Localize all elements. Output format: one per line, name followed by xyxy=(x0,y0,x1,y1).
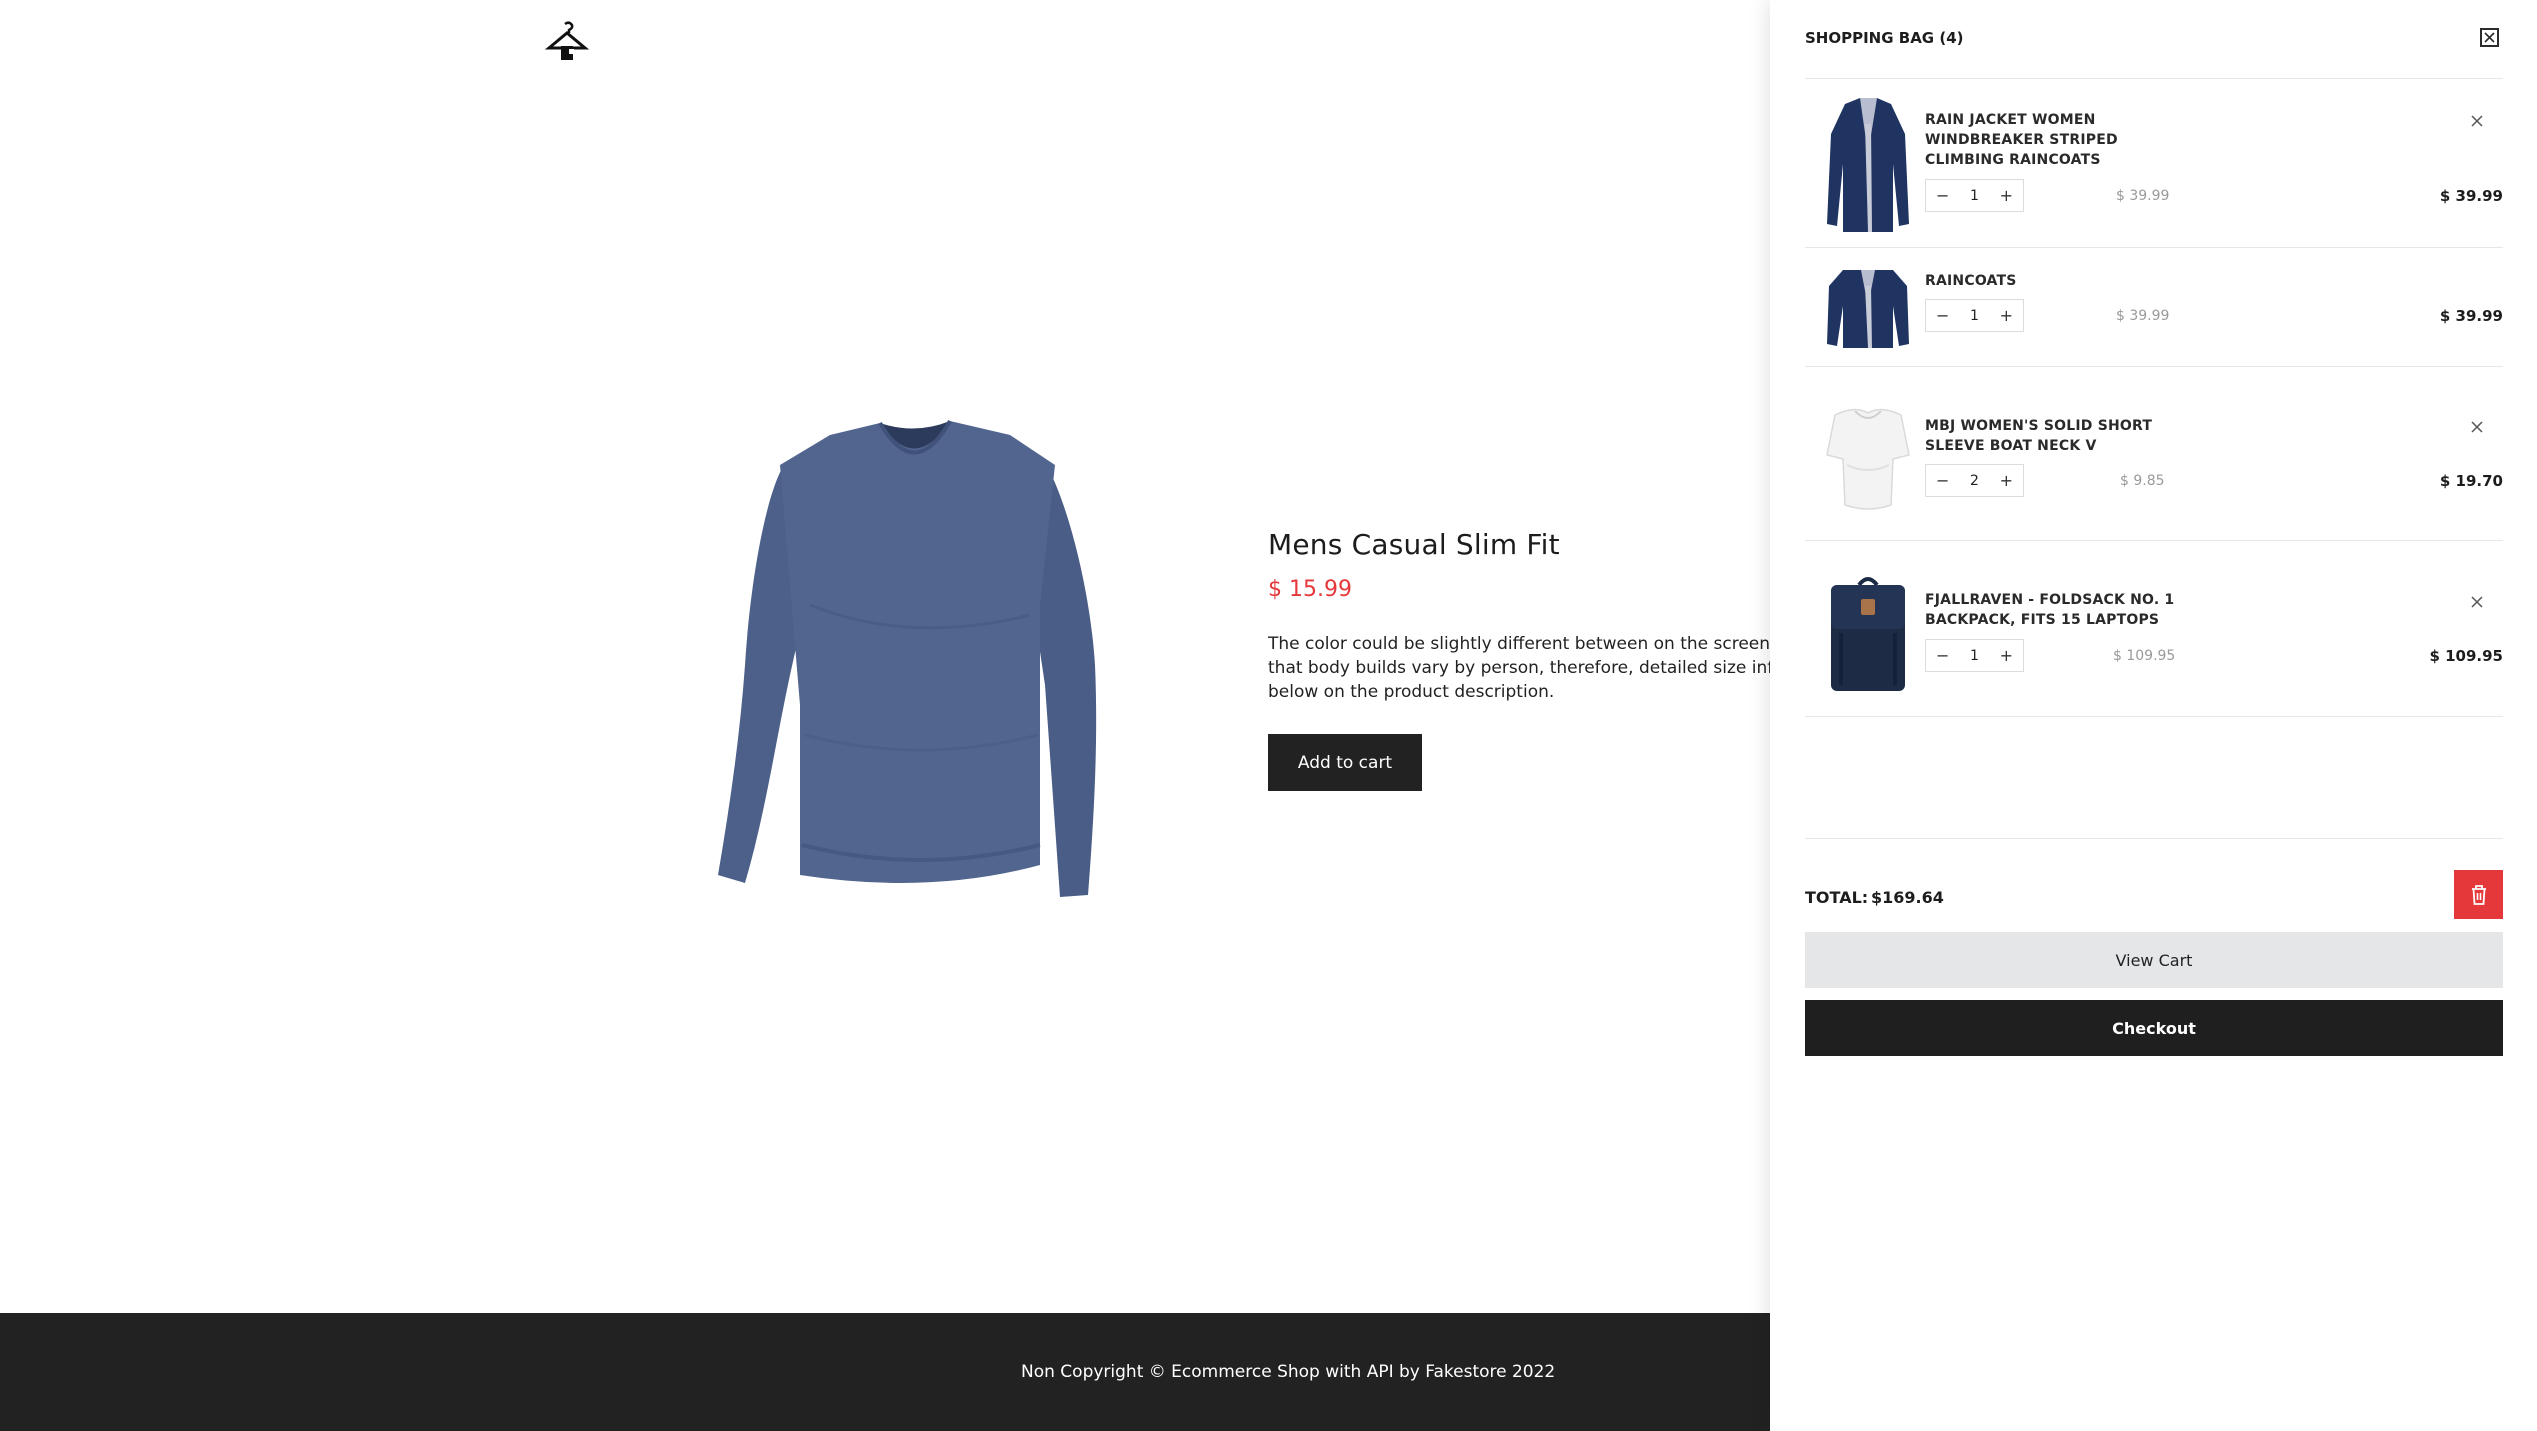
quantity-stepper: − 1 + xyxy=(1925,299,2024,332)
quantity-value: 1 xyxy=(1970,307,1979,324)
item-thumbnail xyxy=(1825,573,1911,693)
view-cart-button[interactable]: View Cart xyxy=(1805,932,2503,988)
quantity-value: 1 xyxy=(1970,187,1979,204)
item-name: MBJ WOMEN'S SOLID SHORT SLEEVE BOAT NECK… xyxy=(1925,418,2153,454)
quantity-value: 1 xyxy=(1970,647,1979,664)
item-name: RAIN JACKET WOMEN WINDBREAKER STRIPED CL… xyxy=(1925,112,2118,168)
total-label: TOTAL: xyxy=(1805,888,1869,907)
remove-icon[interactable] xyxy=(2470,594,2484,608)
line-total: $ 39.99 xyxy=(2439,187,2503,205)
line-total: $ 109.95 xyxy=(2429,647,2503,665)
hanger-logo-icon[interactable] xyxy=(544,20,590,64)
unit-price: $ 39.99 xyxy=(2116,308,2170,324)
drawer-title: SHOPPING BAG (4) xyxy=(1805,29,1964,47)
cart-item: RAIN JACKET WOMEN WINDBREAKER STRIPED CL… xyxy=(1805,79,2503,247)
divider xyxy=(1805,716,2503,717)
item-thumbnail xyxy=(1825,94,1911,232)
decrement-button[interactable]: − xyxy=(1936,471,1949,490)
unit-price: $ 39.99 xyxy=(2116,188,2170,204)
product-image xyxy=(710,405,1110,905)
unit-price: $ 109.95 xyxy=(2113,648,2176,664)
product-title: Mens Casual Slim Fit xyxy=(1268,528,1560,561)
remove-icon[interactable] xyxy=(2470,419,2484,433)
increment-button[interactable]: + xyxy=(2000,186,2013,205)
close-icon[interactable] xyxy=(2480,28,2499,47)
trash-icon[interactable] xyxy=(2454,870,2503,919)
increment-button[interactable]: + xyxy=(2000,646,2013,665)
item-thumbnail xyxy=(1825,266,1911,348)
item-thumbnail xyxy=(1825,405,1911,511)
divider xyxy=(1805,838,2503,839)
decrement-button[interactable]: − xyxy=(1936,646,1949,665)
checkout-button[interactable]: Checkout xyxy=(1805,1000,2503,1056)
footer-copyright: Non Copyright © Ecommerce Shop with API … xyxy=(1021,1362,1556,1382)
quantity-value: 2 xyxy=(1970,472,1979,489)
item-name: RAINCOATS xyxy=(1925,273,2017,289)
quantity-stepper: − 2 + xyxy=(1925,464,2024,497)
cart-item: RAINCOATS − 1 + $ 39.99 $ 39.99 xyxy=(1805,248,2503,366)
cart-item: FJALLRAVEN - FOLDSACK NO. 1 BACKPACK, FI… xyxy=(1805,541,2503,716)
quantity-stepper: − 1 + xyxy=(1925,179,2024,212)
line-total: $ 39.99 xyxy=(2439,307,2503,325)
cart-item: MBJ WOMEN'S SOLID SHORT SLEEVE BOAT NECK… xyxy=(1805,367,2503,540)
decrement-button[interactable]: − xyxy=(1936,186,1949,205)
add-to-cart-button[interactable]: Add to cart xyxy=(1268,734,1422,791)
product-info: Mens Casual Slim Fit $ 15.99 The color c… xyxy=(1268,528,1817,791)
product-price: $ 15.99 xyxy=(1268,577,1352,602)
unit-price: $ 9.85 xyxy=(2120,473,2165,489)
quantity-stepper: − 1 + xyxy=(1925,639,2024,672)
increment-button[interactable]: + xyxy=(2000,306,2013,325)
line-total: $ 19.70 xyxy=(2439,472,2503,490)
remove-icon[interactable] xyxy=(2470,113,2484,127)
total-value: $169.64 xyxy=(1871,888,1944,907)
increment-button[interactable]: + xyxy=(2000,471,2013,490)
decrement-button[interactable]: − xyxy=(1936,306,1949,325)
shopping-bag-drawer: SHOPPING BAG (4) RAIN JACKET WOMEN WINDB… xyxy=(1770,0,2537,1431)
item-name: FJALLRAVEN - FOLDSACK NO. 1 BACKPACK, FI… xyxy=(1925,592,2175,628)
product-description: The color could be slightly different be… xyxy=(1268,634,1818,702)
